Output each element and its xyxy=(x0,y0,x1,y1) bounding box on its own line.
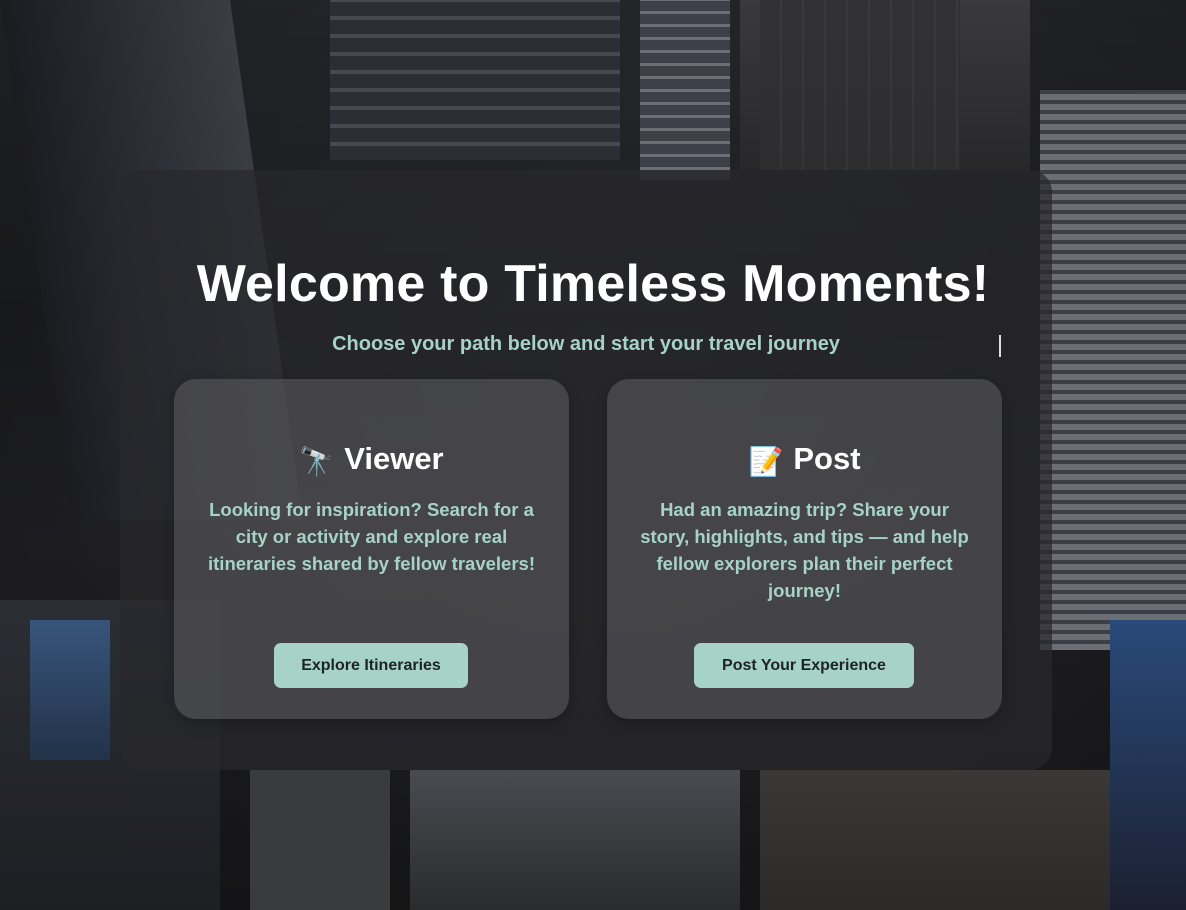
background-building xyxy=(330,0,620,160)
viewer-card-heading: 🔭 Viewer xyxy=(174,441,569,478)
page-title: Welcome to Timeless Moments! xyxy=(196,255,990,313)
post-card-description: Had an amazing trip? Share your story, h… xyxy=(640,499,969,601)
background-building xyxy=(410,770,740,910)
background-building xyxy=(640,0,730,180)
post-card: 📝 Post Had an amazing trip? Share your st… xyxy=(607,379,1002,719)
background-building xyxy=(760,770,1110,910)
background-building xyxy=(1110,620,1186,910)
background-street xyxy=(760,0,960,170)
explore-itineraries-button[interactable]: Explore Itineraries xyxy=(274,643,468,688)
background-building xyxy=(30,620,110,760)
page-subtitle: Choose your path below and start your tr… xyxy=(332,333,840,355)
background-building xyxy=(1040,90,1186,650)
memo-icon: 📝 xyxy=(748,446,784,477)
viewer-card-title: Viewer xyxy=(344,441,444,476)
telescope-icon: 🔭 xyxy=(299,446,335,477)
viewer-card-description: Looking for inspiration? Search for a ci… xyxy=(208,499,535,574)
post-card-title: Post xyxy=(793,441,861,476)
background-building xyxy=(250,770,390,910)
text-cursor xyxy=(999,335,1001,357)
post-card-heading: 📝 Post xyxy=(607,441,1002,478)
post-experience-button[interactable]: Post Your Experience xyxy=(694,643,914,688)
viewer-card: 🔭 Viewer Looking for inspiration? Search … xyxy=(174,379,569,719)
